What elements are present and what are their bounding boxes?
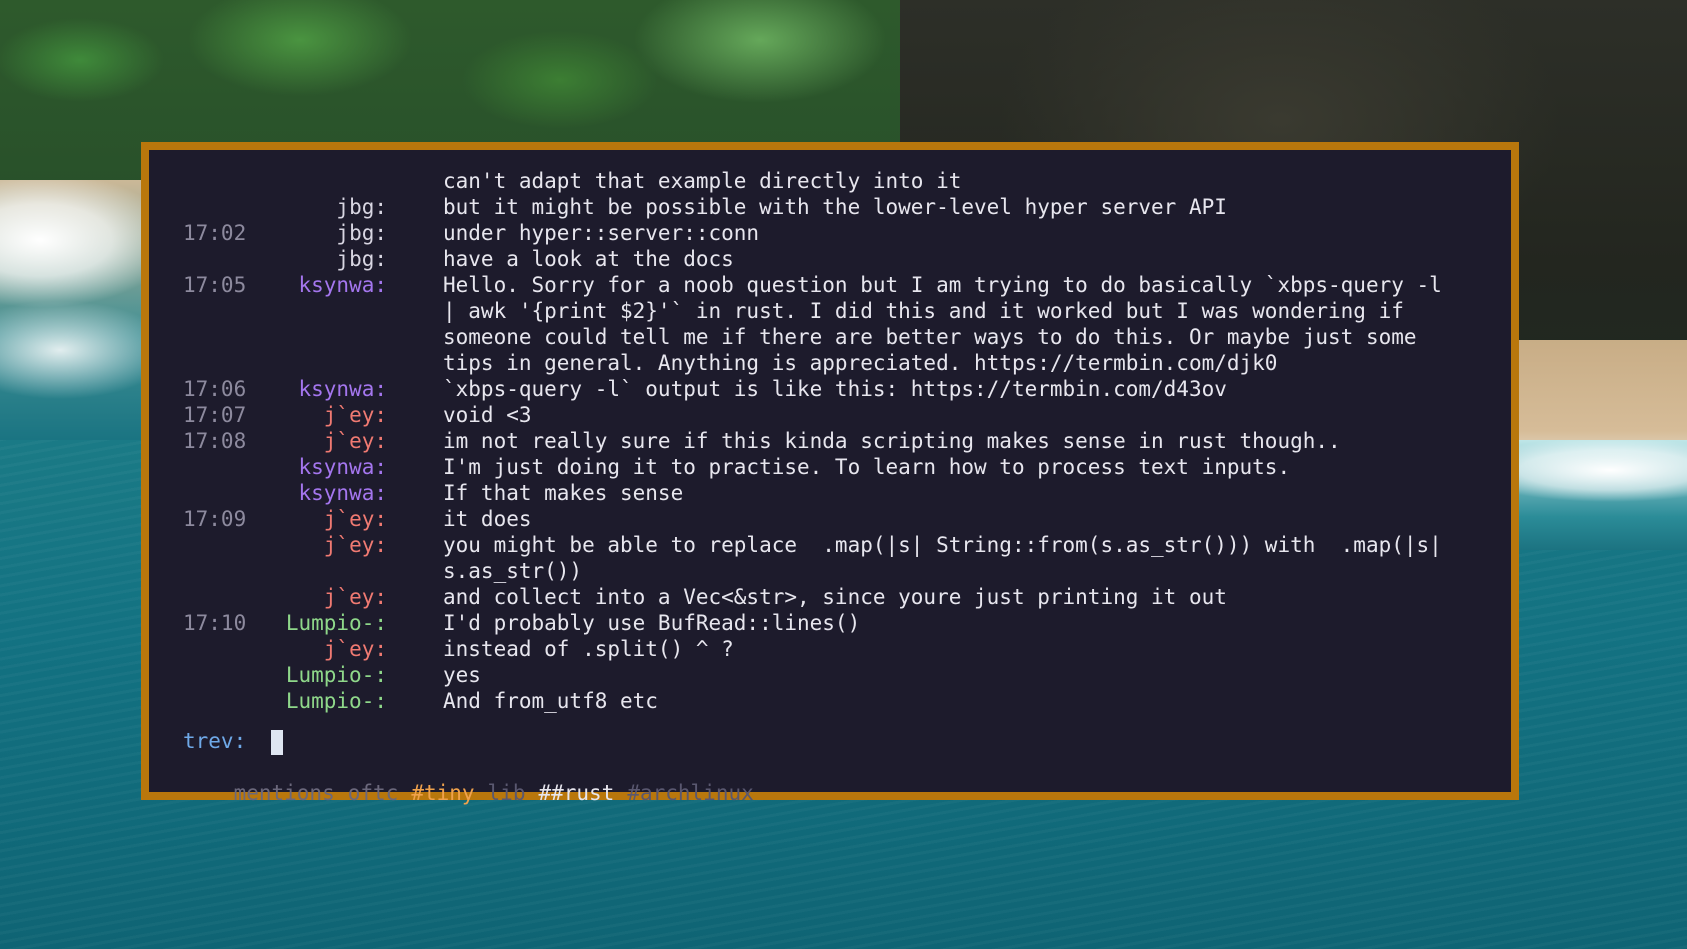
message-nick: ksynwa:: [298, 273, 387, 297]
message-timestamp: 17:08: [183, 429, 247, 453]
message-text: I'd probably use BufRead::lines(): [443, 611, 861, 635]
message-nick: ksynwa:: [298, 377, 387, 401]
chat-line: Lumpio-: And from_utf8 etc: [149, 688, 1511, 714]
chat-line: 17:06 ksynwa: `xbps-query -l` output is li…: [149, 376, 1511, 402]
input-prompt: trev:: [183, 729, 247, 753]
message-nick: jbg:: [336, 247, 387, 271]
message-nick: Lumpio-:: [285, 689, 387, 713]
chat-line: 17:08 j`ey: im not really sure if this kin…: [149, 428, 1511, 454]
tab-oftc[interactable]: oftc: [348, 780, 399, 806]
message-text: If that makes sense: [443, 481, 684, 505]
irc-terminal-window[interactable]: can't adapt that example directly into i…: [141, 142, 1519, 805]
message-timestamp: 17:09: [183, 507, 247, 531]
tab-tiny[interactable]: #tiny: [411, 780, 474, 806]
chat-line: someone could tell me if there are bette…: [149, 324, 1511, 350]
message-text: tips in general. Anything is appreciated…: [443, 351, 1278, 375]
message-nick: Lumpio-:: [285, 663, 387, 687]
chat-line: 17:09 j`ey: it does: [149, 506, 1511, 532]
chat-line: 17:10 Lumpio-: I'd probably use BufRead::l…: [149, 610, 1511, 636]
tab-lib[interactable]: lib: [488, 780, 526, 806]
message-nick: j`ey:: [323, 429, 387, 453]
message-timestamp: 17:07: [183, 403, 247, 427]
chat-line: j`ey: you might be able to replace .map(|…: [149, 532, 1511, 558]
message-text: but it might be possible with the lower-…: [443, 195, 1227, 219]
message-text: someone could tell me if there are bette…: [443, 325, 1417, 349]
message-nick: jbg:: [336, 195, 387, 219]
tab-mentions[interactable]: mentions: [234, 780, 335, 806]
message-text: void <3: [443, 403, 532, 427]
message-timestamp: 17:10: [183, 611, 247, 635]
wallpaper-surf-right: [1500, 440, 1687, 550]
chat-line: 17:05 ksynwa: Hello. Sorry for a noob ques…: [149, 272, 1511, 298]
chat-line: can't adapt that example directly into i…: [149, 168, 1511, 194]
message-nick: j`ey:: [323, 507, 387, 531]
message-text: s.as_str()): [443, 559, 583, 583]
chat-line: | awk '{print $2}'` in rust. I did this …: [149, 298, 1511, 324]
chat-line: j`ey: and collect into a Vec<&str>, since…: [149, 584, 1511, 610]
chat-line: jbg: have a look at the docs: [149, 246, 1511, 272]
chat-line: ksynwa: If that makes sense: [149, 480, 1511, 506]
message-nick: jbg:: [336, 221, 387, 245]
message-text: and collect into a Vec<&str>, since your…: [443, 585, 1227, 609]
message-text: instead of .split() ^ ?: [443, 637, 734, 661]
message-nick: Lumpio-:: [285, 611, 387, 635]
message-text: it does: [443, 507, 532, 531]
message-nick: ksynwa:: [298, 455, 387, 479]
message-text: under hyper::server::conn: [443, 221, 760, 245]
chat-line: s.as_str()): [149, 558, 1511, 584]
message-text: have a look at the docs: [443, 247, 734, 271]
chat-line: jbg: but it might be possible with the lo…: [149, 194, 1511, 220]
tab-archlinux[interactable]: #archlinux: [627, 780, 753, 806]
message-text: And from_utf8 etc: [443, 689, 658, 713]
message-nick: j`ey:: [323, 533, 387, 557]
message-text: `xbps-query -l` output is like this: htt…: [443, 377, 1227, 401]
message-text: I'm just doing it to practise. To learn …: [443, 455, 1291, 479]
message-text: can't adapt that example directly into i…: [443, 169, 962, 193]
message-nick: j`ey:: [323, 403, 387, 427]
message-text: Hello. Sorry for a noob question but I a…: [443, 273, 1442, 297]
message-text: im not really sure if this kinda scripti…: [443, 429, 1341, 453]
chat-line: Lumpio-: yes: [149, 662, 1511, 688]
chat-line: ksynwa: I'm just doing it to practise. To…: [149, 454, 1511, 480]
message-text: yes: [443, 663, 481, 687]
message-timestamp: 17:02: [183, 221, 247, 245]
message-timestamp: 17:06: [183, 377, 247, 401]
chat-line: 17:02 jbg: under hyper::server::conn: [149, 220, 1511, 246]
message-timestamp: 17:05: [183, 273, 247, 297]
tab-bar: mentions oftc #tiny lib ##rust #archlinux: [183, 754, 767, 805]
message-nick: ksynwa:: [298, 481, 387, 505]
chat-line: j`ey: instead of .split() ^ ?: [149, 636, 1511, 662]
text-cursor[interactable]: [271, 730, 283, 755]
chat-line: 17:07 j`ey: void <3: [149, 402, 1511, 428]
tab-rust[interactable]: ##rust: [538, 780, 614, 806]
message-nick: j`ey:: [323, 637, 387, 661]
message-text: you might be able to replace .map(|s| St…: [443, 533, 1442, 557]
message-text: | awk '{print $2}'` in rust. I did this …: [443, 299, 1404, 323]
message-nick: j`ey:: [323, 585, 387, 609]
chat-line: tips in general. Anything is appreciated…: [149, 350, 1511, 376]
